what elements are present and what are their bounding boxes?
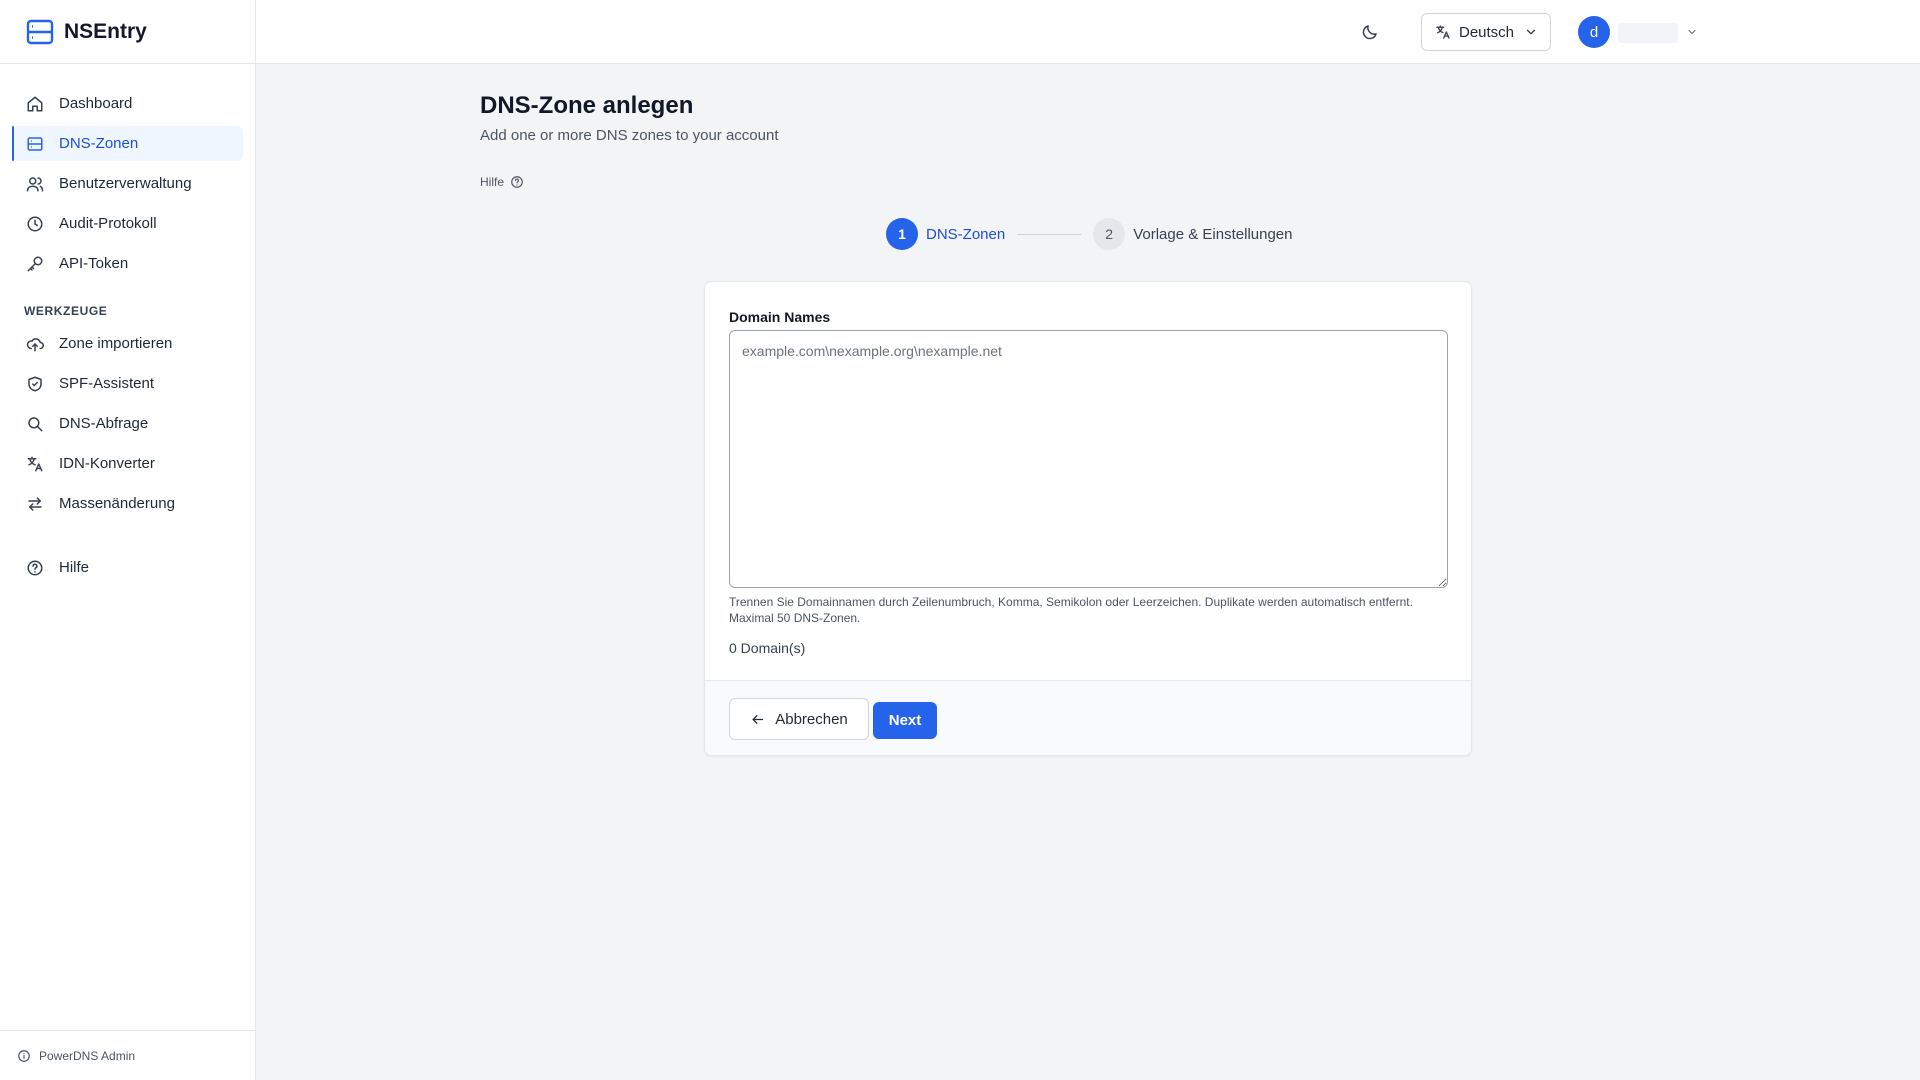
help-circle-icon — [26, 559, 44, 577]
avatar[interactable]: d — [1578, 16, 1610, 48]
translate-icon — [26, 455, 44, 473]
sidebar-item-api-token[interactable]: API-Token — [12, 246, 243, 281]
page-title: DNS-Zone anlegen — [480, 92, 694, 119]
help-circle-icon — [511, 176, 523, 188]
sidebar-item-label: Zone importieren — [59, 335, 173, 352]
page-subtitle: Add one or more DNS zones to your accoun… — [480, 127, 779, 144]
key-icon — [26, 255, 44, 273]
sidebar-item-dns-zones[interactable]: DNS-Zonen — [12, 126, 243, 161]
arrow-left-icon — [752, 714, 764, 724]
sidebar-item-label: DNS-Zonen — [59, 135, 139, 152]
sidebar-item-label: Dashboard — [59, 95, 133, 112]
step-2-label: Vorlage & Einstellungen — [1133, 225, 1293, 243]
tools-section-heading: WERKZEUGE — [24, 304, 108, 318]
arrows-exchange-icon — [26, 495, 44, 513]
sidebar-item-label: SPF-Assistent — [59, 375, 155, 392]
sidebar-item-idn-converter[interactable]: IDN-Konverter — [12, 446, 243, 481]
search-icon — [26, 415, 44, 433]
sidebar-item-zone-import[interactable]: Zone importieren — [12, 326, 243, 361]
footer-label: PowerDNS Admin — [39, 1048, 136, 1063]
step-connector — [1017, 233, 1082, 235]
help-link[interactable]: Hilfe — [480, 175, 524, 189]
sidebar-item-audit-log[interactable]: Audit-Protokoll — [12, 206, 243, 241]
sidebar-item-label: Massenänderung — [59, 495, 175, 512]
clock-icon — [26, 215, 44, 233]
chevron-down-icon — [1526, 29, 1536, 35]
chevron-down-icon[interactable] — [1686, 26, 1698, 38]
sidebar-item-help[interactable]: Hilfe — [12, 550, 243, 585]
topbar: Deutsch d — [256, 0, 1920, 64]
brand[interactable]: NSEntry — [0, 0, 255, 64]
language-label: Deutsch — [1459, 23, 1515, 41]
sidebar-item-label: Hilfe — [59, 559, 90, 576]
domain-names-hint: Trennen Sie Domainnamen durch Zeilenumbr… — [729, 595, 1413, 625]
cloud-upload-icon — [26, 335, 44, 353]
step-2-indicator: 2 — [1093, 218, 1126, 250]
zone-form-card: Domain Names Trennen Sie Domainnamen dur… — [704, 281, 1472, 756]
sidebar: NSEntry Dashboard DNS-Zonen Benutzerverw… — [0, 0, 256, 1080]
step-1-indicator: 1 — [886, 218, 918, 250]
sidebar-item-label: Benutzerverwaltung — [59, 175, 192, 192]
sidebar-item-dashboard[interactable]: Dashboard — [12, 86, 243, 121]
app-name: NSEntry — [64, 19, 147, 43]
theme-toggle-button[interactable] — [1358, 20, 1382, 44]
sidebar-item-label: IDN-Konverter — [59, 455, 155, 472]
sidebar-item-bulk-change[interactable]: Massenänderung — [12, 486, 243, 521]
domain-names-label: Domain Names — [729, 309, 831, 325]
sidebar-item-label: API-Token — [59, 255, 129, 272]
next-button[interactable]: Next — [873, 702, 937, 739]
translate-icon — [1436, 25, 1450, 39]
sidebar-item-label: Audit-Protokoll — [59, 215, 157, 232]
sidebar-item-user-management[interactable]: Benutzerverwaltung — [12, 166, 243, 201]
cancel-button-label: Abbrechen — [775, 710, 848, 728]
server-logo-icon — [26, 19, 54, 44]
sidebar-footer: PowerDNS Admin — [0, 1030, 255, 1080]
sidebar-item-dns-lookup[interactable]: DNS-Abfrage — [12, 406, 243, 441]
language-selector[interactable]: Deutsch — [1421, 13, 1551, 51]
home-icon — [26, 95, 44, 113]
domain-names-textarea[interactable] — [729, 330, 1448, 588]
moon-icon — [1362, 25, 1377, 40]
shield-check-icon — [26, 375, 44, 393]
users-icon — [26, 175, 44, 193]
sidebar-item-label: DNS-Abfrage — [59, 415, 149, 432]
card-footer: Abbrechen Next — [705, 680, 1471, 755]
help-link-label: Hilfe — [480, 175, 505, 189]
cancel-button[interactable]: Abbrechen — [729, 698, 869, 740]
sidebar-item-spf-assistant[interactable]: SPF-Assistent — [12, 366, 243, 401]
info-icon — [18, 1049, 30, 1062]
username-placeholder[interactable] — [1618, 23, 1678, 43]
main-nav: Dashboard DNS-Zonen Benutzerverwaltung A… — [0, 64, 255, 585]
stepper: 1 DNS-Zonen 2 Vorlage & Einstellungen — [886, 218, 1292, 250]
step-1-label: DNS-Zonen — [926, 225, 1006, 243]
server-icon — [26, 135, 44, 153]
domain-count: 0 Domain(s) — [729, 640, 806, 656]
